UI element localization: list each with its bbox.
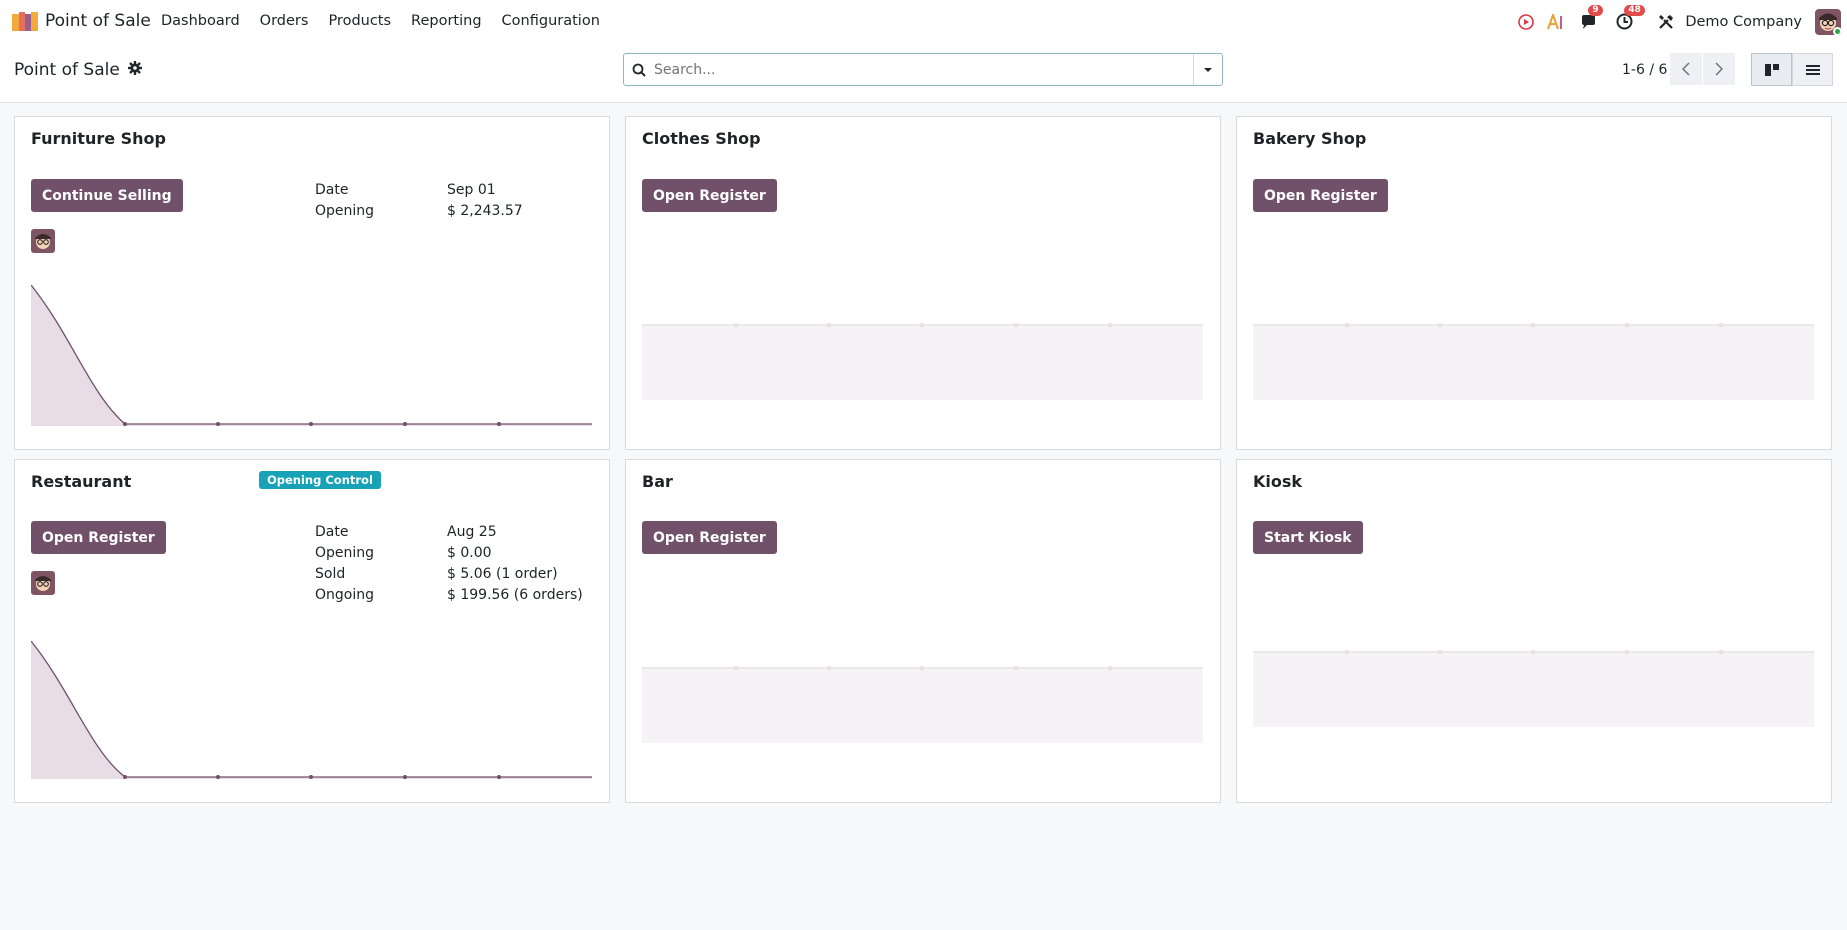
- list-view-button[interactable]: [1792, 53, 1833, 86]
- status-badge: Opening Control: [259, 471, 381, 489]
- open-register-button[interactable]: Open Register: [642, 179, 777, 212]
- open-register-button[interactable]: Open Register: [642, 521, 777, 554]
- menu-products[interactable]: Products: [328, 13, 391, 29]
- tools-icon[interactable]: [1657, 13, 1675, 31]
- activities-icon[interactable]: 48: [1615, 4, 1645, 31]
- messages-icon[interactable]: 9: [1579, 4, 1603, 31]
- menu-orders[interactable]: Orders: [260, 13, 309, 29]
- info-row-opening: Opening $ 2,243.57: [315, 202, 523, 219]
- pos-card-clothes-shop: Clothes Shop Open Register: [625, 116, 1221, 450]
- menu-reporting[interactable]: Reporting: [411, 13, 482, 29]
- chevron-right-icon: [1715, 62, 1723, 76]
- main-menu: Dashboard Orders Products Reporting Conf…: [161, 13, 620, 29]
- pager-next-button[interactable]: [1703, 53, 1735, 85]
- card-title[interactable]: Clothes Shop: [642, 129, 761, 148]
- record-icon[interactable]: [1517, 13, 1535, 31]
- menu-dashboard[interactable]: Dashboard: [161, 13, 240, 29]
- search-input[interactable]: [654, 54, 1193, 85]
- open-register-button[interactable]: Open Register: [31, 521, 166, 554]
- app-name[interactable]: Point of Sale: [45, 11, 151, 31]
- user-avatar[interactable]: [1815, 8, 1841, 35]
- pos-card-restaurant: Restaurant Opening Control Open Register…: [14, 459, 610, 803]
- card-title[interactable]: Bakery Shop: [1253, 129, 1366, 148]
- open-register-button[interactable]: Open Register: [1253, 179, 1388, 212]
- page-title: Point of Sale: [14, 60, 120, 80]
- sales-graph-placeholder: [642, 666, 1203, 743]
- messages-badge: 9: [1588, 4, 1603, 16]
- kanban-icon: [1764, 63, 1779, 76]
- continue-selling-button[interactable]: Continue Selling: [31, 179, 183, 212]
- cashier-avatar: [31, 571, 55, 595]
- cashier-avatar: [31, 229, 55, 253]
- info-row-sold: Sold $ 5.06 (1 order): [315, 565, 558, 582]
- pos-card-bar: Bar Open Register: [625, 459, 1221, 803]
- pager-value[interactable]: 1-6 / 6: [1622, 62, 1667, 78]
- chevron-left-icon: [1682, 62, 1690, 76]
- info-row-opening: Opening $ 0.00: [315, 544, 492, 561]
- company-switcher[interactable]: Demo Company: [1685, 14, 1802, 30]
- info-row-ongoing: Ongoing $ 199.56 (6 orders): [315, 586, 583, 603]
- pager-previous-button[interactable]: [1670, 53, 1702, 85]
- sales-graph-placeholder: [1253, 650, 1814, 727]
- activities-badge: 48: [1624, 4, 1645, 16]
- pos-app-icon[interactable]: [12, 12, 38, 31]
- control-panel: Point of Sale 1-6 / 6: [0, 43, 1847, 103]
- search-options-toggle[interactable]: [1193, 54, 1222, 85]
- menu-configuration[interactable]: Configuration: [502, 13, 600, 29]
- session-info: Date Sep 01 Opening $ 2,243.57: [315, 179, 523, 221]
- pos-card-kiosk: Kiosk Start Kiosk: [1236, 459, 1832, 803]
- sales-graph-placeholder: [1253, 323, 1814, 400]
- card-title[interactable]: Bar: [642, 472, 673, 491]
- caret-down-icon: [1204, 67, 1212, 72]
- top-navbar: Point of Sale Dashboard Orders Products …: [0, 0, 1847, 43]
- sales-graph: [31, 641, 592, 779]
- list-icon: [1805, 64, 1820, 75]
- info-row-date: Date Aug 25: [315, 523, 497, 540]
- settings-gear-icon[interactable]: [127, 60, 142, 80]
- start-kiosk-button[interactable]: Start Kiosk: [1253, 521, 1363, 554]
- kanban-view-button[interactable]: [1751, 53, 1792, 86]
- session-info: Date Aug 25 Opening $ 0.00 Sold $ 5.06 (…: [315, 521, 583, 605]
- info-row-date: Date Sep 01: [315, 181, 496, 198]
- pos-card-furniture-shop: Furniture Shop Continue Selling Date Sep…: [14, 116, 610, 450]
- systray: 9 48 Demo Company: [1517, 0, 1847, 43]
- card-title[interactable]: Kiosk: [1253, 472, 1302, 491]
- online-status-dot: [1833, 26, 1841, 35]
- search-bar: [623, 53, 1223, 86]
- search-icon: [624, 63, 654, 77]
- sales-graph: [31, 285, 592, 426]
- card-title[interactable]: Furniture Shop: [31, 129, 166, 148]
- breadcrumb: Point of Sale: [14, 60, 142, 80]
- card-title[interactable]: Restaurant: [31, 472, 131, 491]
- ai-icon[interactable]: [1547, 13, 1565, 31]
- sales-graph-placeholder: [642, 323, 1203, 400]
- pos-card-bakery-shop: Bakery Shop Open Register: [1236, 116, 1832, 450]
